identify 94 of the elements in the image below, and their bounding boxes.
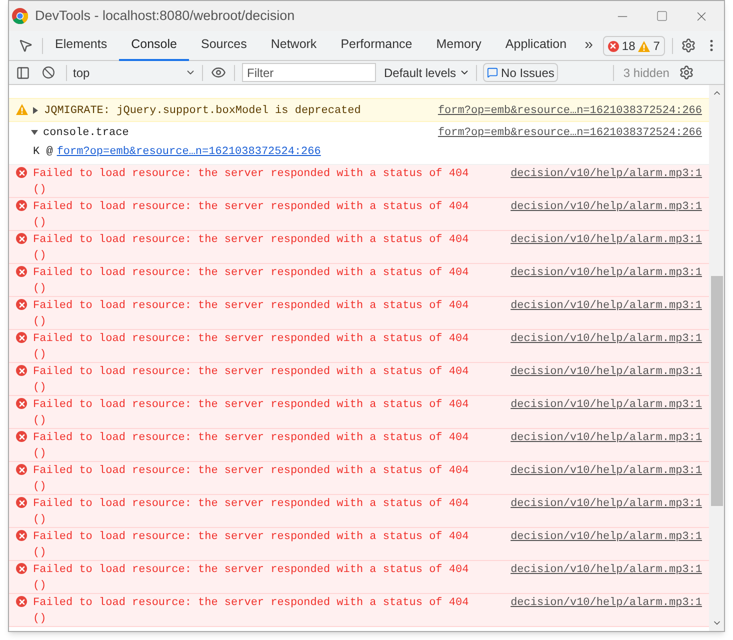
error-icon — [16, 299, 27, 310]
error-icon — [16, 497, 27, 508]
panel-tab[interactable]: Sources — [188, 30, 259, 60]
message-text: Failed to load resource: the server responded with a status of 404 — [33, 431, 469, 446]
browser-logo-icon — [12, 8, 28, 24]
message-detail: () — [33, 315, 48, 330]
source-link[interactable]: decision/v10/help/alarm.mp3:1 — [494, 364, 702, 380]
error-icon — [16, 464, 27, 475]
source-link[interactable]: form?op=emb&resource…n=1621038372524:266 — [422, 103, 702, 119]
error-icon — [16, 431, 27, 442]
issue-counter[interactable]: 18 7 — [602, 36, 665, 56]
error-icon — [16, 398, 27, 409]
maximize-icon[interactable] — [656, 10, 668, 22]
message-text: Failed to load resource: the server responded with a status of 404 — [33, 233, 469, 248]
message-detail: () — [33, 381, 48, 396]
source-link[interactable]: decision/v10/help/alarm.mp3:1 — [494, 529, 702, 545]
source-link[interactable]: decision/v10/help/alarm.mp3:1 — [494, 595, 702, 611]
message-detail: () — [33, 282, 48, 297]
source-link[interactable]: decision/v10/help/alarm.mp3:1 — [494, 463, 702, 479]
issues-button[interactable]: No Issues — [483, 63, 558, 82]
error-icon — [16, 530, 27, 541]
console-settings-icon[interactable] — [679, 65, 694, 80]
message-text: JQMIGRATE: jQuery.support.boxModel is deprecated — [44, 104, 361, 119]
source-link[interactable]: decision/v10/help/alarm.mp3:1 — [494, 430, 702, 446]
error-icon — [16, 365, 27, 376]
sidebar-toggle-icon[interactable] — [16, 66, 30, 80]
collapsed-triangle-icon[interactable] — [32, 106, 40, 114]
message-detail: () — [33, 579, 48, 594]
panel-tab[interactable]: Performance — [328, 30, 424, 60]
error-icon — [16, 233, 27, 244]
scrollbar-thumb[interactable] — [710, 276, 722, 506]
stack-frame-link[interactable]: form?op=emb&resource…n=1621038372524:266 — [56, 144, 321, 160]
message-text: Failed to load resource: the server responded with a status of 404 — [33, 464, 469, 479]
settings-icon[interactable] — [680, 38, 696, 53]
message-detail: () — [33, 348, 48, 363]
stack-frame-label: K @ — [33, 145, 53, 160]
source-link[interactable]: decision/v10/help/alarm.mp3:1 — [494, 199, 702, 215]
error-icon — [16, 167, 27, 178]
message-text: Failed to load resource: the server responded with a status of 404 — [33, 398, 469, 413]
source-link[interactable]: decision/v10/help/alarm.mp3:1 — [494, 496, 702, 512]
error-icon — [16, 332, 27, 343]
message-text: Failed to load resource: the server responded with a status of 404 — [33, 365, 469, 380]
message-detail: () — [33, 546, 48, 561]
panel-tab[interactable]: Network — [258, 30, 329, 60]
message-text: Failed to load resource: the server responded with a status of 404 — [33, 530, 469, 545]
hidden-count: 3 hidden — [623, 64, 670, 82]
message-text: Failed to load resource: the server responded with a status of 404 — [33, 299, 469, 314]
source-link[interactable]: decision/v10/help/alarm.mp3:1 — [494, 331, 702, 347]
warning-icon — [638, 40, 650, 52]
panel-tab[interactable]: Application — [493, 30, 579, 60]
message-text: Failed to load resource: the server responded with a status of 404 — [33, 332, 469, 347]
message-text: console.trace — [43, 126, 129, 141]
message-detail: () — [33, 612, 48, 627]
panel-tab[interactable]: Elements — [43, 30, 120, 60]
source-link[interactable]: decision/v10/help/alarm.mp3:1 — [494, 562, 702, 578]
context-select[interactable]: top — [67, 62, 202, 84]
message-text: Failed to load resource: the server responded with a status of 404 — [33, 596, 469, 611]
error-icon — [16, 200, 27, 211]
more-tabs-button[interactable]: » — [578, 34, 599, 57]
message-detail: () — [33, 447, 48, 462]
error-icon — [16, 596, 27, 607]
panel-tab[interactable]: Memory — [424, 30, 494, 60]
message-detail: () — [33, 414, 48, 429]
clear-console-icon[interactable] — [42, 66, 55, 79]
error-icon — [16, 266, 27, 277]
error-count: 18 — [622, 38, 636, 54]
scrollbar[interactable] — [709, 85, 724, 631]
filter-field[interactable]: Filter — [242, 63, 376, 82]
warning-count: 7 — [653, 38, 660, 54]
message-text: Failed to load resource: the server responded with a status of 404 — [33, 563, 469, 578]
message-text: Failed to load resource: the server responded with a status of 404 — [33, 497, 469, 512]
inspect-icon[interactable] — [18, 38, 33, 53]
message-text: Failed to load resource: the server responded with a status of 404 — [33, 200, 469, 215]
error-icon — [16, 563, 27, 574]
message-text: Failed to load resource: the server responded with a status of 404 — [33, 266, 469, 281]
source-link[interactable]: decision/v10/help/alarm.mp3:1 — [494, 166, 702, 182]
source-link[interactable]: decision/v10/help/alarm.mp3:1 — [494, 265, 702, 281]
message-detail: () — [33, 183, 48, 198]
message-text: Failed to load resource: the server responded with a status of 404 — [33, 167, 469, 182]
log-levels-dropdown[interactable]: Default levels — [384, 64, 470, 82]
source-link[interactable]: decision/v10/help/alarm.mp3:1 — [494, 232, 702, 248]
source-link[interactable]: form?op=emb&resource…n=1621038372524:266 — [422, 125, 702, 141]
error-icon — [608, 40, 619, 52]
message-detail: () — [33, 216, 48, 231]
warning-icon — [16, 104, 28, 115]
source-link[interactable]: decision/v10/help/alarm.mp3:1 — [494, 298, 702, 314]
source-link[interactable]: decision/v10/help/alarm.mp3:1 — [494, 397, 702, 413]
message-detail: () — [33, 480, 48, 495]
message-icon — [487, 67, 498, 78]
live-expression-icon[interactable] — [211, 65, 226, 80]
message-detail: () — [33, 513, 48, 528]
message-detail: () — [33, 249, 48, 264]
expanded-triangle-icon[interactable] — [31, 128, 39, 136]
window-title: DevTools - localhost:8080/webroot/decision — [35, 6, 295, 25]
